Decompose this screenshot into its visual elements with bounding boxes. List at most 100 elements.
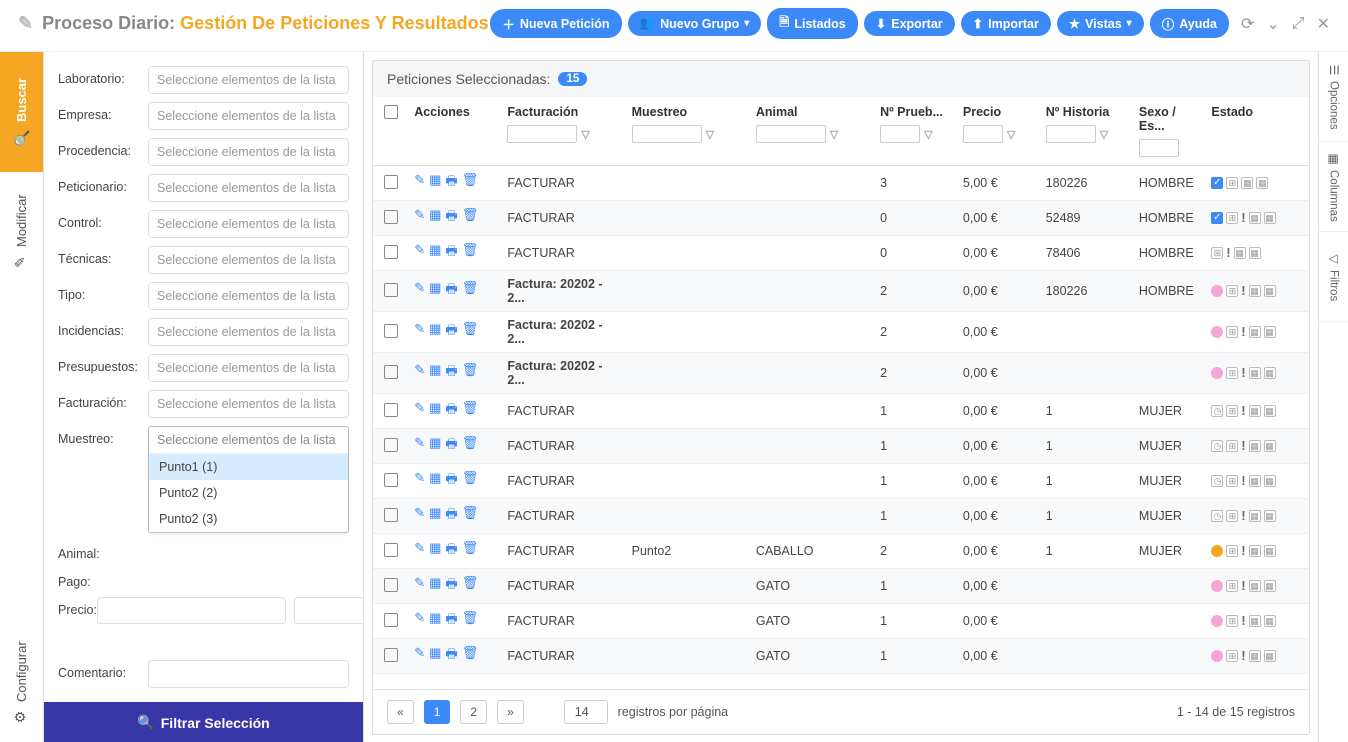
col-precio[interactable]: Precio▽	[957, 97, 1040, 166]
edit-icon[interactable]: ✎	[414, 435, 425, 457]
filter-select-incidencias[interactable]: Seleccione elementos de la lista	[148, 318, 349, 346]
delete-icon[interactable]: 🗑	[462, 540, 479, 562]
table-row[interactable]: ✎ ▦ 🖶 🗑 FACTURAR 0 0,00 € 52489 HOMBRE ✓…	[373, 201, 1309, 236]
tab-modificar[interactable]: ✎Modificar	[0, 172, 43, 292]
delete-icon[interactable]: 🗑	[462, 470, 479, 492]
row-checkbox[interactable]	[384, 578, 398, 592]
filter-sexo[interactable]	[1139, 139, 1179, 157]
pager-next-button[interactable]: »	[497, 700, 524, 724]
vistas-button[interactable]: ★Vistas▾	[1057, 11, 1144, 36]
filter-select-tecnicas[interactable]: Seleccione elementos de la lista	[148, 246, 349, 274]
filter-animal[interactable]	[756, 125, 826, 143]
filter-icon[interactable]: ▽	[1100, 128, 1108, 141]
filter-icon[interactable]: ▽	[830, 128, 838, 141]
grid-icon[interactable]: ▦	[429, 540, 441, 562]
col-animal[interactable]: Animal▽	[750, 97, 874, 166]
grid-icon[interactable]: ▦	[429, 610, 441, 632]
table-row[interactable]: ✎ ▦ 🖶 🗑 FACTURAR GATO 1 0,00 € ⊞!▦▦	[373, 639, 1309, 674]
print-icon[interactable]: 🖶	[445, 505, 457, 527]
delete-icon[interactable]: 🗑	[462, 435, 479, 457]
print-icon[interactable]: 🖶	[445, 400, 457, 422]
table-row[interactable]: ✎ ▦ 🖶 🗑 FACTURAR 1 0,00 € 1 MUJER ◷⊞!▦▦	[373, 394, 1309, 429]
grid-icon[interactable]: ▦	[429, 362, 441, 384]
print-icon[interactable]: 🖶	[445, 575, 457, 597]
select-all-checkbox[interactable]	[384, 105, 398, 119]
col-sexo[interactable]: Sexo / Es...	[1133, 97, 1205, 166]
print-icon[interactable]: 🖶	[445, 540, 457, 562]
filter-select-laboratorio[interactable]: Seleccione elementos de la lista	[148, 66, 349, 94]
edit-icon[interactable]: ✎	[414, 575, 425, 597]
grid-icon[interactable]: ▦	[429, 435, 441, 457]
print-icon[interactable]: 🖶	[445, 610, 457, 632]
print-icon[interactable]: 🖶	[445, 362, 457, 384]
table-row[interactable]: ✎ ▦ 🖶 🗑 FACTURAR 1 0,00 € 1 MUJER ◷⊞!▦▦	[373, 429, 1309, 464]
dropdown-option[interactable]: Punto2 (2)	[149, 480, 348, 506]
filter-icon[interactable]: ▽	[581, 128, 589, 141]
print-icon[interactable]: 🖶	[445, 435, 457, 457]
edit-icon[interactable]: ✎	[414, 172, 425, 194]
grid-icon[interactable]: ▦	[429, 172, 441, 194]
edit-icon[interactable]: ✎	[414, 280, 425, 302]
page-size-select[interactable]: 14	[564, 700, 608, 724]
edit-icon[interactable]: ✎	[414, 207, 425, 229]
grid-icon[interactable]: ▦	[429, 470, 441, 492]
delete-icon[interactable]: 🗑	[462, 362, 479, 384]
print-icon[interactable]: 🖶	[445, 172, 457, 194]
filter-npruebas[interactable]	[880, 125, 920, 143]
filter-select-peticionario[interactable]: Seleccione elementos de la lista	[148, 174, 349, 202]
pager-first-button[interactable]: «	[387, 700, 414, 724]
edit-icon[interactable]: ✎	[414, 610, 425, 632]
col-npruebas[interactable]: Nº Prueb...▽	[874, 97, 957, 166]
grid-icon[interactable]: ▦	[429, 575, 441, 597]
print-icon[interactable]: 🖶	[445, 242, 457, 264]
grid-icon[interactable]: ▦	[429, 400, 441, 422]
grid-icon[interactable]: ▦	[429, 280, 441, 302]
print-icon[interactable]: 🖶	[445, 207, 457, 229]
delete-icon[interactable]: 🗑	[462, 645, 479, 667]
row-checkbox[interactable]	[384, 543, 398, 557]
tab-configurar[interactable]: ⚙Configurar	[0, 623, 43, 742]
filter-select-control[interactable]: Seleccione elementos de la lista	[148, 210, 349, 238]
table-row[interactable]: ✎ ▦ 🖶 🗑 FACTURAR 1 0,00 € 1 MUJER ◷⊞!▦▦	[373, 464, 1309, 499]
print-icon[interactable]: 🖶	[445, 280, 457, 302]
dropdown-option[interactable]: Punto2 (3)	[149, 506, 348, 532]
tab-buscar[interactable]: 🔍Buscar	[0, 52, 43, 172]
row-checkbox[interactable]	[384, 210, 398, 224]
table-row[interactable]: ✎ ▦ 🖶 🗑 FACTURAR 1 0,00 € 1 MUJER ◷⊞!▦▦	[373, 499, 1309, 534]
col-nhistoria[interactable]: Nº Historia▽	[1040, 97, 1133, 166]
print-icon[interactable]: 🖶	[445, 321, 457, 343]
tab-columnas[interactable]: ▦Columnas	[1319, 142, 1348, 232]
table-row[interactable]: ✎ ▦ 🖶 🗑 FACTURAR 0 0,00 € 78406 HOMBRE ⊞…	[373, 236, 1309, 271]
ayuda-button[interactable]: ⓘAyuda	[1150, 9, 1229, 38]
filter-facturacion[interactable]	[507, 125, 577, 143]
grid-icon[interactable]: ▦	[429, 321, 441, 343]
importar-button[interactable]: ⬆Importar	[961, 11, 1051, 36]
row-checkbox[interactable]	[384, 648, 398, 662]
pager-page-2[interactable]: 2	[460, 700, 487, 724]
print-icon[interactable]: 🖶	[445, 645, 457, 667]
nueva-peticion-button[interactable]: ＋Nueva Petición	[490, 9, 621, 38]
filter-select-procedencia[interactable]: Seleccione elementos de la lista	[148, 138, 349, 166]
col-muestreo[interactable]: Muestreo▽	[626, 97, 750, 166]
print-icon[interactable]: 🖶	[445, 470, 457, 492]
filter-precio-max[interactable]	[294, 597, 363, 624]
delete-icon[interactable]: 🗑	[462, 400, 479, 422]
row-checkbox[interactable]	[384, 473, 398, 487]
filter-icon[interactable]: ▽	[706, 128, 714, 141]
row-checkbox[interactable]	[384, 283, 398, 297]
filter-muestreo[interactable]	[632, 125, 702, 143]
filter-icon[interactable]: ▽	[1007, 128, 1015, 141]
delete-icon[interactable]: 🗑	[462, 207, 479, 229]
table-row[interactable]: ✎ ▦ 🖶 🗑 Factura: 20202 - 2... 2 0,00 € ⊞…	[373, 353, 1309, 394]
refresh-icon[interactable]: ⟳	[1241, 14, 1254, 34]
row-checkbox[interactable]	[384, 175, 398, 189]
exportar-button[interactable]: ⬇Exportar	[864, 11, 955, 36]
filter-nhistoria[interactable]	[1046, 125, 1096, 143]
collapse-icon[interactable]: ⌄	[1266, 14, 1279, 34]
delete-icon[interactable]: 🗑	[462, 575, 479, 597]
col-estado[interactable]: Estado	[1205, 97, 1309, 166]
grid-icon[interactable]: ▦	[429, 207, 441, 229]
row-checkbox[interactable]	[384, 403, 398, 417]
row-checkbox[interactable]	[384, 324, 398, 338]
grid-icon[interactable]: ▦	[429, 645, 441, 667]
